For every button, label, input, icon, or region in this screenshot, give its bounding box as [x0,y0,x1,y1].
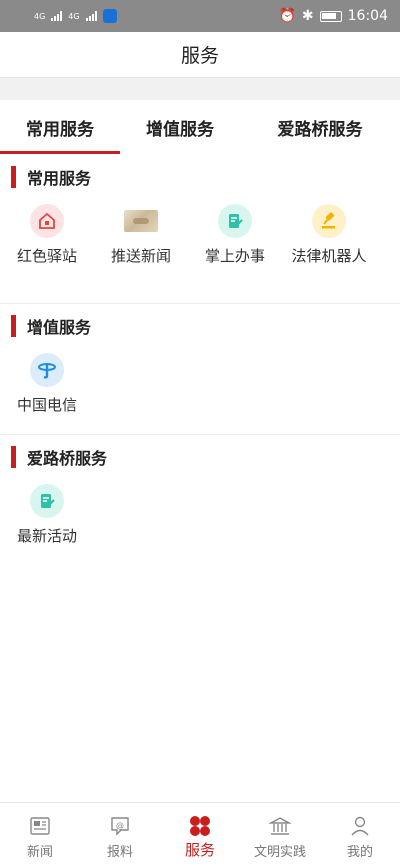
network-indicator-2: 4G [68,11,80,21]
nav-news[interactable]: 新闻 [0,803,80,866]
tab-value-added-services[interactable]: 增值服务 [120,100,240,154]
luqiao-services-grid: 最新活动 [0,484,400,546]
app-notification-icon [102,9,117,23]
section-luqiao-services: 爱路桥服务 [0,444,400,470]
alarm-icon: ⏰ [278,8,296,24]
service-icon [188,815,212,837]
tab-luqiao-services[interactable]: 爱路桥服务 [240,100,400,154]
nav-mine[interactable]: 我的 [320,803,400,866]
bottom-navigation: 新闻 @ 报料 服务 文明实践 我的 [0,802,400,866]
newspaper-icon [28,815,52,837]
building-icon [268,815,292,837]
edit-document-icon [30,484,64,518]
service-label: 法律机器人 [291,247,367,265]
service-mobile-affairs[interactable]: 掌上办事 [188,204,282,266]
section-title-common: 常用服务 [0,164,400,190]
report-icon: @ [108,815,132,837]
edit-document-icon [218,204,252,238]
section-divider [0,434,400,435]
page-title: 服务 [0,32,400,78]
news-photo-icon [124,210,158,232]
nav-label: 报料 [106,845,133,860]
service-label: 掌上办事 [204,247,265,265]
gavel-icon [312,204,346,238]
service-label: 红色驿站 [16,247,77,265]
bluetooth-icon: ✱ [301,8,314,24]
service-latest-activities[interactable]: 最新活动 [0,484,94,546]
status-time: 16:04 [347,8,388,24]
service-push-news[interactable]: 推送新闻 [94,204,188,266]
section-divider [0,303,400,304]
nav-label: 我的 [346,845,373,860]
nav-label: 新闻 [26,845,53,860]
service-legal-robot[interactable]: 法律机器人 [282,204,376,266]
value-added-services-grid: 中国电信 [0,353,400,415]
nav-label: 服务 [184,841,215,859]
section-title-value-added: 增值服务 [0,313,400,339]
section-title-luqiao: 爱路桥服务 [0,444,400,470]
nav-report[interactable]: @ 报料 [80,803,160,866]
battery-icon [319,10,342,22]
nav-label: 文明实践 [253,845,306,860]
china-telecom-icon [30,353,64,387]
tab-common-services[interactable]: 常用服务 [0,100,120,154]
header-separator-band [0,78,400,100]
service-china-telecom[interactable]: 中国电信 [0,353,94,415]
service-red-station[interactable]: 红色驿站 [0,204,94,266]
section-value-added-services: 增值服务 [0,313,400,339]
user-icon [348,815,372,837]
flag-home-icon [30,204,64,238]
common-services-grid: 红色驿站 推送新闻 掌上办事 法律机器人 [0,204,400,266]
service-label: 中国电信 [16,396,77,414]
service-label: 最新活动 [16,527,77,545]
section-common-services: 常用服务 [0,164,400,190]
service-label: 推送新闻 [110,247,171,265]
svg-text:@: @ [116,821,124,830]
nav-service[interactable]: 服务 [160,803,240,866]
nav-civilization-practice[interactable]: 文明实践 [240,803,320,866]
status-bar: 4G 4G ⏰ ✱ 16:04 [0,0,400,32]
signal-icon-2 [85,11,97,21]
signal-icon [51,11,63,21]
status-left: 4G 4G [34,9,117,23]
status-right: ⏰ ✱ 16:04 [278,8,388,24]
network-indicator-1: 4G [34,11,46,21]
tab-bar: 常用服务 增值服务 爱路桥服务 [0,100,400,154]
